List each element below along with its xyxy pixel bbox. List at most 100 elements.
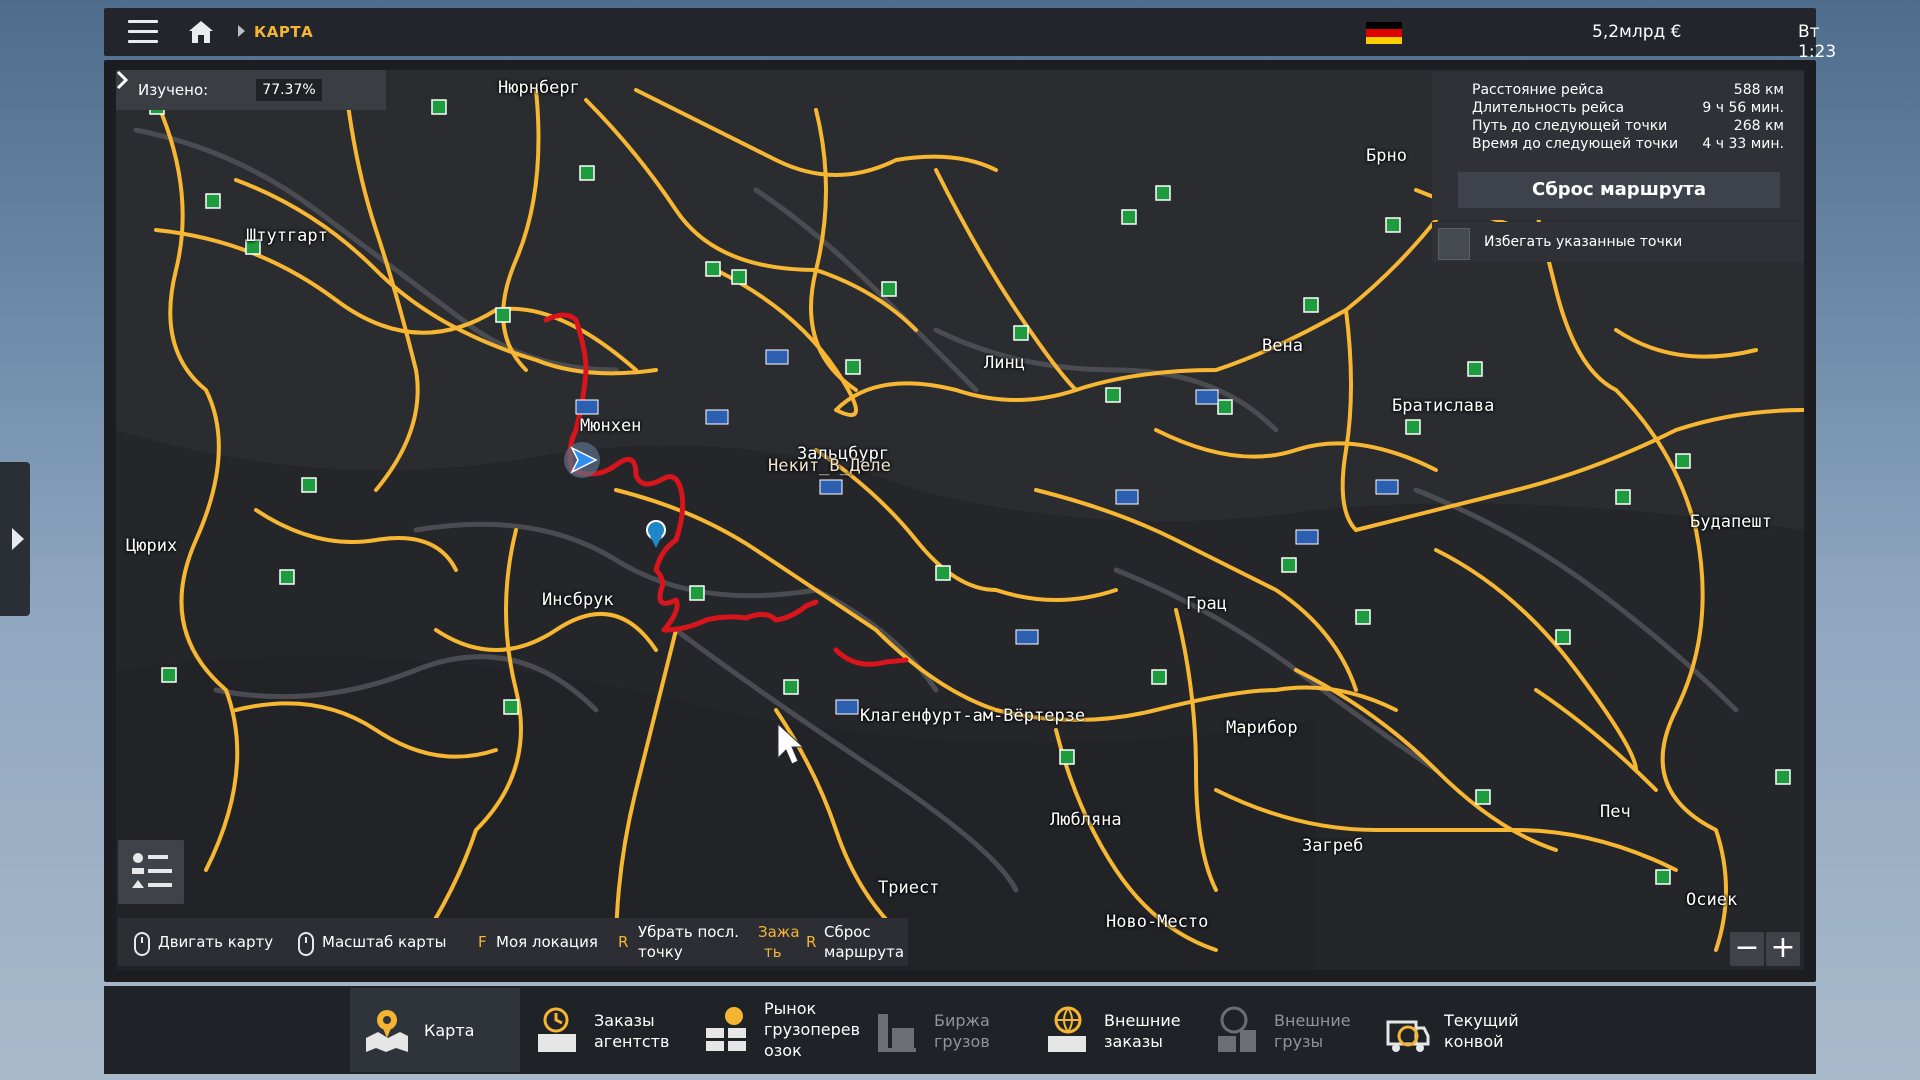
city-label: Осиек	[1686, 890, 1738, 910]
hint-zoom-map: Масштаб карты	[322, 933, 447, 951]
truck-marker-icon	[564, 442, 600, 478]
city-label: Ново-Место	[1106, 912, 1209, 932]
germany-flag-icon	[1366, 22, 1402, 44]
globe-cargo-icon	[1218, 1006, 1256, 1052]
nav-cargo-exchange-label-2: грузов	[934, 1032, 990, 1051]
route-duration-label: Длительность рейса	[1472, 100, 1625, 116]
chevron-right-icon[interactable]	[116, 70, 128, 90]
city-label: Брно	[1366, 146, 1407, 166]
avoid-points-row: Избегать указанные точки	[1432, 222, 1804, 262]
nav-freight-market-label-1: Рынок	[764, 999, 817, 1018]
nav-cargo-exchange[interactable]: Биржа грузов	[860, 988, 1030, 1072]
avoid-points-label: Избегать указанные точки	[1484, 234, 1683, 250]
route-duration-row: Длительность рейса 9 ч 56 мин.	[1472, 100, 1784, 116]
money-balance: 5,2млрд €	[1592, 22, 1682, 42]
city-label: Братислава	[1392, 396, 1495, 416]
map-legend-button[interactable]	[118, 840, 184, 904]
next-point-time-row: Время до следующей точки 4 ч 33 мин.	[1472, 136, 1784, 152]
city-label: Штутгарт	[246, 226, 328, 246]
nav-external-cargo-label-1: Внешние	[1274, 1011, 1351, 1030]
key-hold-r: R	[806, 933, 817, 951]
hint-remove-point-2: точку	[638, 943, 683, 961]
nav-agency-jobs-label-2: агентств	[594, 1032, 670, 1051]
route-distance-row: Расстояние рейса 588 км	[1472, 82, 1784, 98]
city-label: Грац	[1186, 594, 1227, 614]
nav-cargo-exchange-label-1: Биржа	[934, 1011, 990, 1030]
explored-value: 77.37%	[256, 79, 322, 101]
map-icon	[366, 1010, 408, 1052]
nav-external-jobs-label-1: Внешние	[1104, 1011, 1181, 1030]
top-bar: КАРТА 5,2млрд € Вт 1:23	[104, 8, 1836, 62]
route-distance-label: Расстояние рейса	[1472, 82, 1604, 98]
game-clock: Вт 1:23	[1798, 22, 1837, 62]
nav-map[interactable]: Карта	[350, 988, 520, 1072]
mouse-wheel-icon	[298, 932, 314, 956]
city-label: Триест	[878, 878, 940, 898]
route-distance-value: 588 км	[1733, 82, 1784, 98]
legend-list-icon	[132, 853, 172, 888]
nav-external-jobs-label-2: заказы	[1104, 1032, 1163, 1051]
mouse-icon	[134, 932, 150, 956]
city-label: Марибор	[1226, 718, 1298, 738]
explored-label: Изучено:	[138, 81, 209, 99]
route-info-panel: Расстояние рейса 588 км Длительность рей…	[1432, 72, 1804, 220]
city-label: Линц	[984, 353, 1025, 373]
city-label: Загреб	[1302, 836, 1364, 856]
key-hold-1: Зажа	[758, 923, 800, 941]
next-point-distance-row: Путь до следующей точки 268 км	[1472, 118, 1784, 134]
zoom-in-button[interactable]: +	[1766, 932, 1800, 966]
explored-panel: Изучено: 77.37%	[116, 70, 386, 110]
breadcrumb-arrow-icon	[238, 25, 245, 37]
city-label: Цюрих	[126, 536, 178, 556]
nav-external-jobs[interactable]: Внешние заказы	[1030, 988, 1200, 1072]
key-f: F	[478, 933, 487, 951]
city-label: Инсбрук	[542, 590, 614, 610]
bottom-navigation: Карта Заказы агентств Рынок грузоперев о…	[104, 986, 1816, 1074]
city-label: Будапешт	[1690, 512, 1772, 532]
market-icon	[706, 1007, 746, 1051]
player-name-label: Некит_В_Деле	[768, 456, 891, 476]
nav-map-label: Карта	[424, 1021, 475, 1040]
nav-current-convoy[interactable]: Текущий конвой	[1370, 988, 1540, 1072]
city-label: Клагенфурт-ам-Вёртерзе	[860, 706, 1086, 726]
globe-icon	[1048, 1006, 1086, 1052]
menu-icon[interactable]	[128, 20, 158, 44]
map-frame: Нюрнберг Штутгарт Мюнхен Зальцбург Линц …	[104, 60, 1816, 982]
hint-remove-point-1: Убрать посл.	[638, 923, 740, 941]
city-label: Печ	[1600, 802, 1631, 822]
city-label: Нюрнберг	[498, 78, 580, 98]
breadcrumb: КАРТА	[254, 23, 314, 41]
next-point-distance-value: 268 км	[1733, 118, 1784, 134]
key-hold-2: ть	[764, 943, 782, 961]
side-panel-toggle[interactable]	[0, 462, 30, 616]
exchange-icon	[878, 1014, 916, 1052]
zoom-out-button[interactable]: −	[1730, 932, 1764, 966]
controls-hint-bar: Двигать карту Масштаб карты F Моя локаци…	[118, 918, 908, 966]
next-point-distance-label: Путь до следующей точки	[1472, 118, 1668, 134]
key-r: R	[618, 933, 629, 951]
nav-external-cargo[interactable]: Внешние грузы	[1200, 988, 1370, 1072]
avoid-points-checkbox[interactable]	[1438, 228, 1470, 260]
nav-freight-market-label-2: грузоперев	[764, 1020, 861, 1039]
city-label: Любляна	[1050, 810, 1122, 830]
hint-reset-route-1: Сброс	[824, 923, 871, 941]
route-duration-value: 9 ч 56 мин.	[1702, 100, 1784, 116]
home-icon[interactable]	[188, 20, 214, 44]
nav-freight-market-label-3: озок	[764, 1041, 802, 1060]
clock-icon	[538, 1007, 576, 1052]
nav-current-convoy-label-2: конвой	[1444, 1032, 1504, 1051]
next-point-time-label: Время до следующей точки	[1472, 136, 1679, 152]
nav-current-convoy-label-1: Текущий	[1444, 1011, 1519, 1030]
reset-route-button[interactable]: Сброс маршрута	[1458, 172, 1780, 208]
nav-external-cargo-label-2: грузы	[1274, 1032, 1324, 1051]
world-map[interactable]: Нюрнберг Штутгарт Мюнхен Зальцбург Линц …	[116, 70, 1804, 970]
next-point-time-value: 4 ч 33 мин.	[1702, 136, 1784, 152]
nav-agency-jobs[interactable]: Заказы агентств	[520, 988, 690, 1072]
nav-freight-market[interactable]: Рынок грузоперев озок	[690, 988, 860, 1072]
city-label: Мюнхен	[580, 416, 642, 436]
city-label: Вена	[1262, 336, 1303, 356]
convoy-icon	[1386, 1020, 1430, 1052]
hint-my-location: Моя локация	[496, 933, 598, 951]
hint-reset-route-2: маршрута	[824, 943, 905, 961]
nav-agency-jobs-label-1: Заказы	[594, 1011, 655, 1030]
